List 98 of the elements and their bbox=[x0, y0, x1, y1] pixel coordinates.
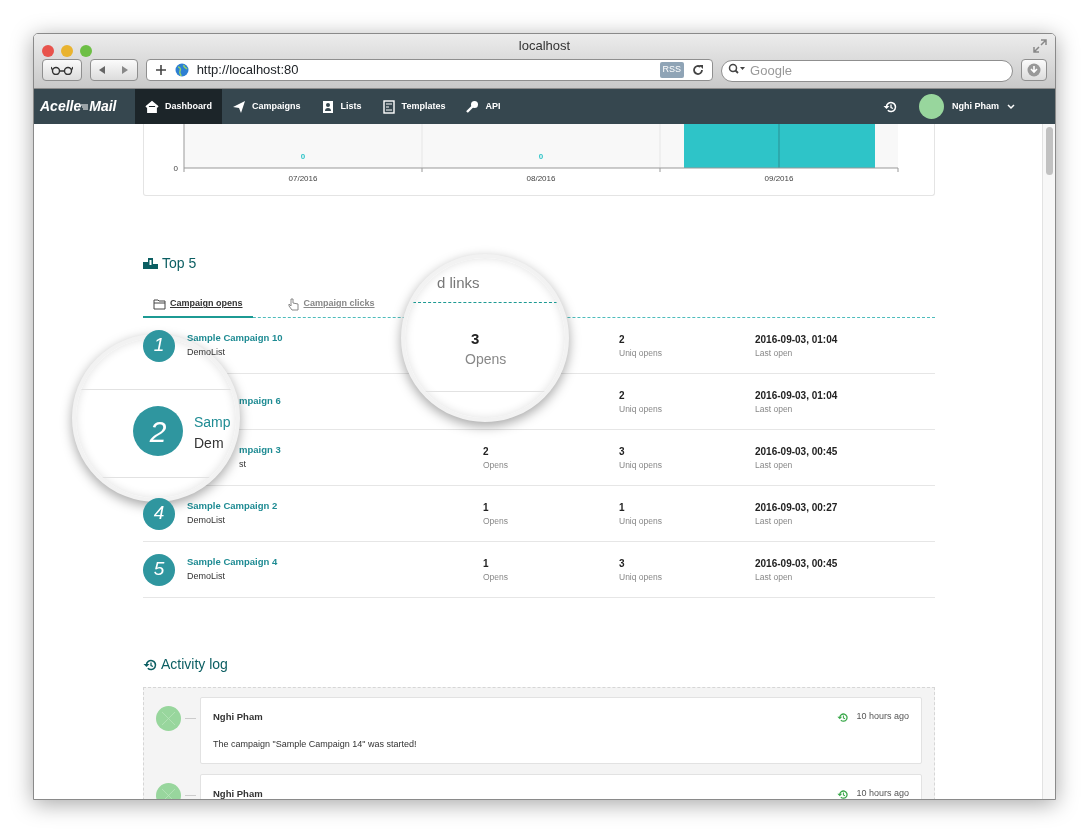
section-title: Top 5 bbox=[162, 254, 197, 273]
timestamp: 10 hours ago bbox=[856, 787, 909, 799]
download-icon bbox=[1027, 63, 1042, 77]
list-name: Dem bbox=[194, 434, 224, 453]
podium-icon bbox=[143, 258, 158, 269]
nav-tab[interactable]: Campaigns bbox=[222, 89, 311, 124]
axis-label: 07/2016 bbox=[288, 174, 318, 183]
last-open-label: Last open bbox=[755, 570, 794, 584]
unique-opens-label: Uniq opens bbox=[619, 458, 663, 472]
tab[interactable]: Campaign opens bbox=[143, 292, 253, 318]
opens-label: Opens bbox=[483, 458, 510, 472]
last-open-label: Last open bbox=[755, 346, 794, 360]
rank-badge: 2 bbox=[133, 406, 183, 456]
avatar bbox=[156, 706, 181, 731]
campaign-link[interactable]: Sample Campaign 4 bbox=[187, 555, 278, 570]
section-title: Activity log bbox=[161, 655, 228, 674]
folder-icon bbox=[153, 297, 166, 311]
last-open-value: 2016-09-03, 00:27 bbox=[755, 500, 839, 515]
speed-lines-icon bbox=[81, 102, 90, 111]
search-field[interactable]: Google bbox=[721, 59, 1014, 82]
url-text: http://localhost:80 bbox=[196, 61, 300, 80]
avatar bbox=[919, 94, 944, 119]
last-open-label: Last open bbox=[755, 458, 794, 472]
paper-plane-icon bbox=[232, 99, 246, 114]
zoom-button[interactable] bbox=[80, 45, 92, 57]
contact-book-icon bbox=[320, 99, 335, 114]
campaign-link[interactable]: Samp bbox=[194, 412, 231, 433]
user-name: Nghi Pham bbox=[213, 787, 264, 799]
axis-label: 0 bbox=[173, 164, 178, 173]
window-title: localhost bbox=[518, 37, 571, 55]
history-icon[interactable] bbox=[883, 99, 897, 114]
opens-value: 3 bbox=[471, 329, 480, 349]
list-name: DemoList bbox=[187, 570, 225, 584]
nav-tab[interactable]: Lists bbox=[310, 89, 372, 124]
axis-label: 09/2016 bbox=[764, 174, 794, 183]
last-open-label: Last open bbox=[755, 514, 794, 528]
rank-badge: 4 bbox=[143, 497, 175, 530]
search-icon bbox=[728, 63, 747, 75]
last-open-value: 2016-09-03, 00:45 bbox=[755, 444, 839, 459]
value-label: 0 bbox=[300, 152, 306, 161]
unique-opens-value: 3 bbox=[619, 556, 626, 571]
list-name: DemoList bbox=[187, 346, 225, 360]
unique-opens-value: 2 bbox=[619, 332, 626, 347]
nav-tab[interactable]: Dashboard bbox=[135, 89, 222, 124]
axis-label: 08/2016 bbox=[526, 174, 556, 183]
unique-opens-label: Uniq opens bbox=[619, 402, 663, 416]
reload-icon[interactable] bbox=[692, 64, 705, 76]
opens-label: Opens bbox=[465, 350, 507, 369]
section-title: d links bbox=[437, 273, 480, 293]
campaign-link[interactable]: Sample Campaign 10 bbox=[187, 331, 283, 346]
campaign-link[interactable]: mpaign 6 bbox=[239, 394, 281, 409]
rank-badge: 5 bbox=[143, 553, 175, 586]
opens-value: 1 bbox=[483, 500, 490, 515]
history-icon bbox=[837, 788, 849, 799]
value-label: 0 bbox=[538, 152, 544, 161]
last-open-value: 2016-09-03, 01:04 bbox=[755, 388, 839, 403]
user-menu[interactable]: Nghi Pham bbox=[919, 94, 1015, 119]
unique-opens-label: Uniq opens bbox=[619, 514, 663, 528]
reader-button[interactable] bbox=[42, 59, 82, 81]
history-icon bbox=[143, 657, 157, 672]
nav-tab[interactable]: API bbox=[455, 89, 511, 124]
unique-opens-label: Uniq opens bbox=[619, 346, 663, 360]
pointing-hand-icon bbox=[286, 297, 300, 311]
last-open-value: 2016-09-03, 01:04 bbox=[755, 332, 839, 347]
last-open-value: 2016-09-03, 00:45 bbox=[755, 556, 839, 571]
opens-label: Opens bbox=[483, 514, 510, 528]
campaign-link[interactable]: mpaign 3 bbox=[239, 443, 281, 458]
close-button[interactable] bbox=[42, 45, 54, 57]
key-icon bbox=[465, 99, 480, 114]
unique-opens-label: Uniq opens bbox=[619, 570, 663, 584]
unique-opens-value: 2 bbox=[619, 388, 626, 403]
caret-icon bbox=[1007, 103, 1015, 110]
app-logo[interactable]: Acelle Mail bbox=[34, 96, 135, 117]
glasses-icon bbox=[50, 65, 73, 75]
tab[interactable]: Campaign clicks bbox=[276, 292, 385, 318]
opens-label: Opens bbox=[483, 570, 510, 584]
activity-message: The campaign "Sample Campaign 14" was started! bbox=[213, 738, 418, 752]
scrollbar[interactable] bbox=[1042, 124, 1055, 799]
downloads-button[interactable] bbox=[1021, 59, 1047, 81]
timestamp: 10 hours ago bbox=[856, 710, 909, 724]
rank-badge: 1 bbox=[143, 329, 175, 362]
last-open-label: Last open bbox=[755, 402, 794, 416]
opens-value: 1 bbox=[483, 556, 490, 571]
list-name: DemoList bbox=[187, 514, 225, 528]
nav-tab[interactable]: Templates bbox=[371, 89, 456, 124]
opens-value: 2 bbox=[483, 444, 490, 459]
fullscreen-icon[interactable] bbox=[1033, 39, 1047, 53]
plus-icon[interactable] bbox=[154, 64, 167, 76]
campaign-link[interactable]: Sample Campaign 2 bbox=[187, 499, 278, 514]
address-bar[interactable]: http://localhost:80 RSS bbox=[145, 59, 714, 81]
unique-opens-value: 1 bbox=[619, 500, 626, 515]
history-icon bbox=[837, 711, 849, 723]
list-name: st bbox=[239, 458, 246, 472]
user-name: Nghi Pham bbox=[213, 710, 264, 724]
unique-opens-value: 3 bbox=[619, 444, 626, 459]
globe-icon bbox=[174, 63, 189, 77]
document-icon bbox=[381, 99, 396, 114]
home-icon bbox=[145, 99, 159, 114]
